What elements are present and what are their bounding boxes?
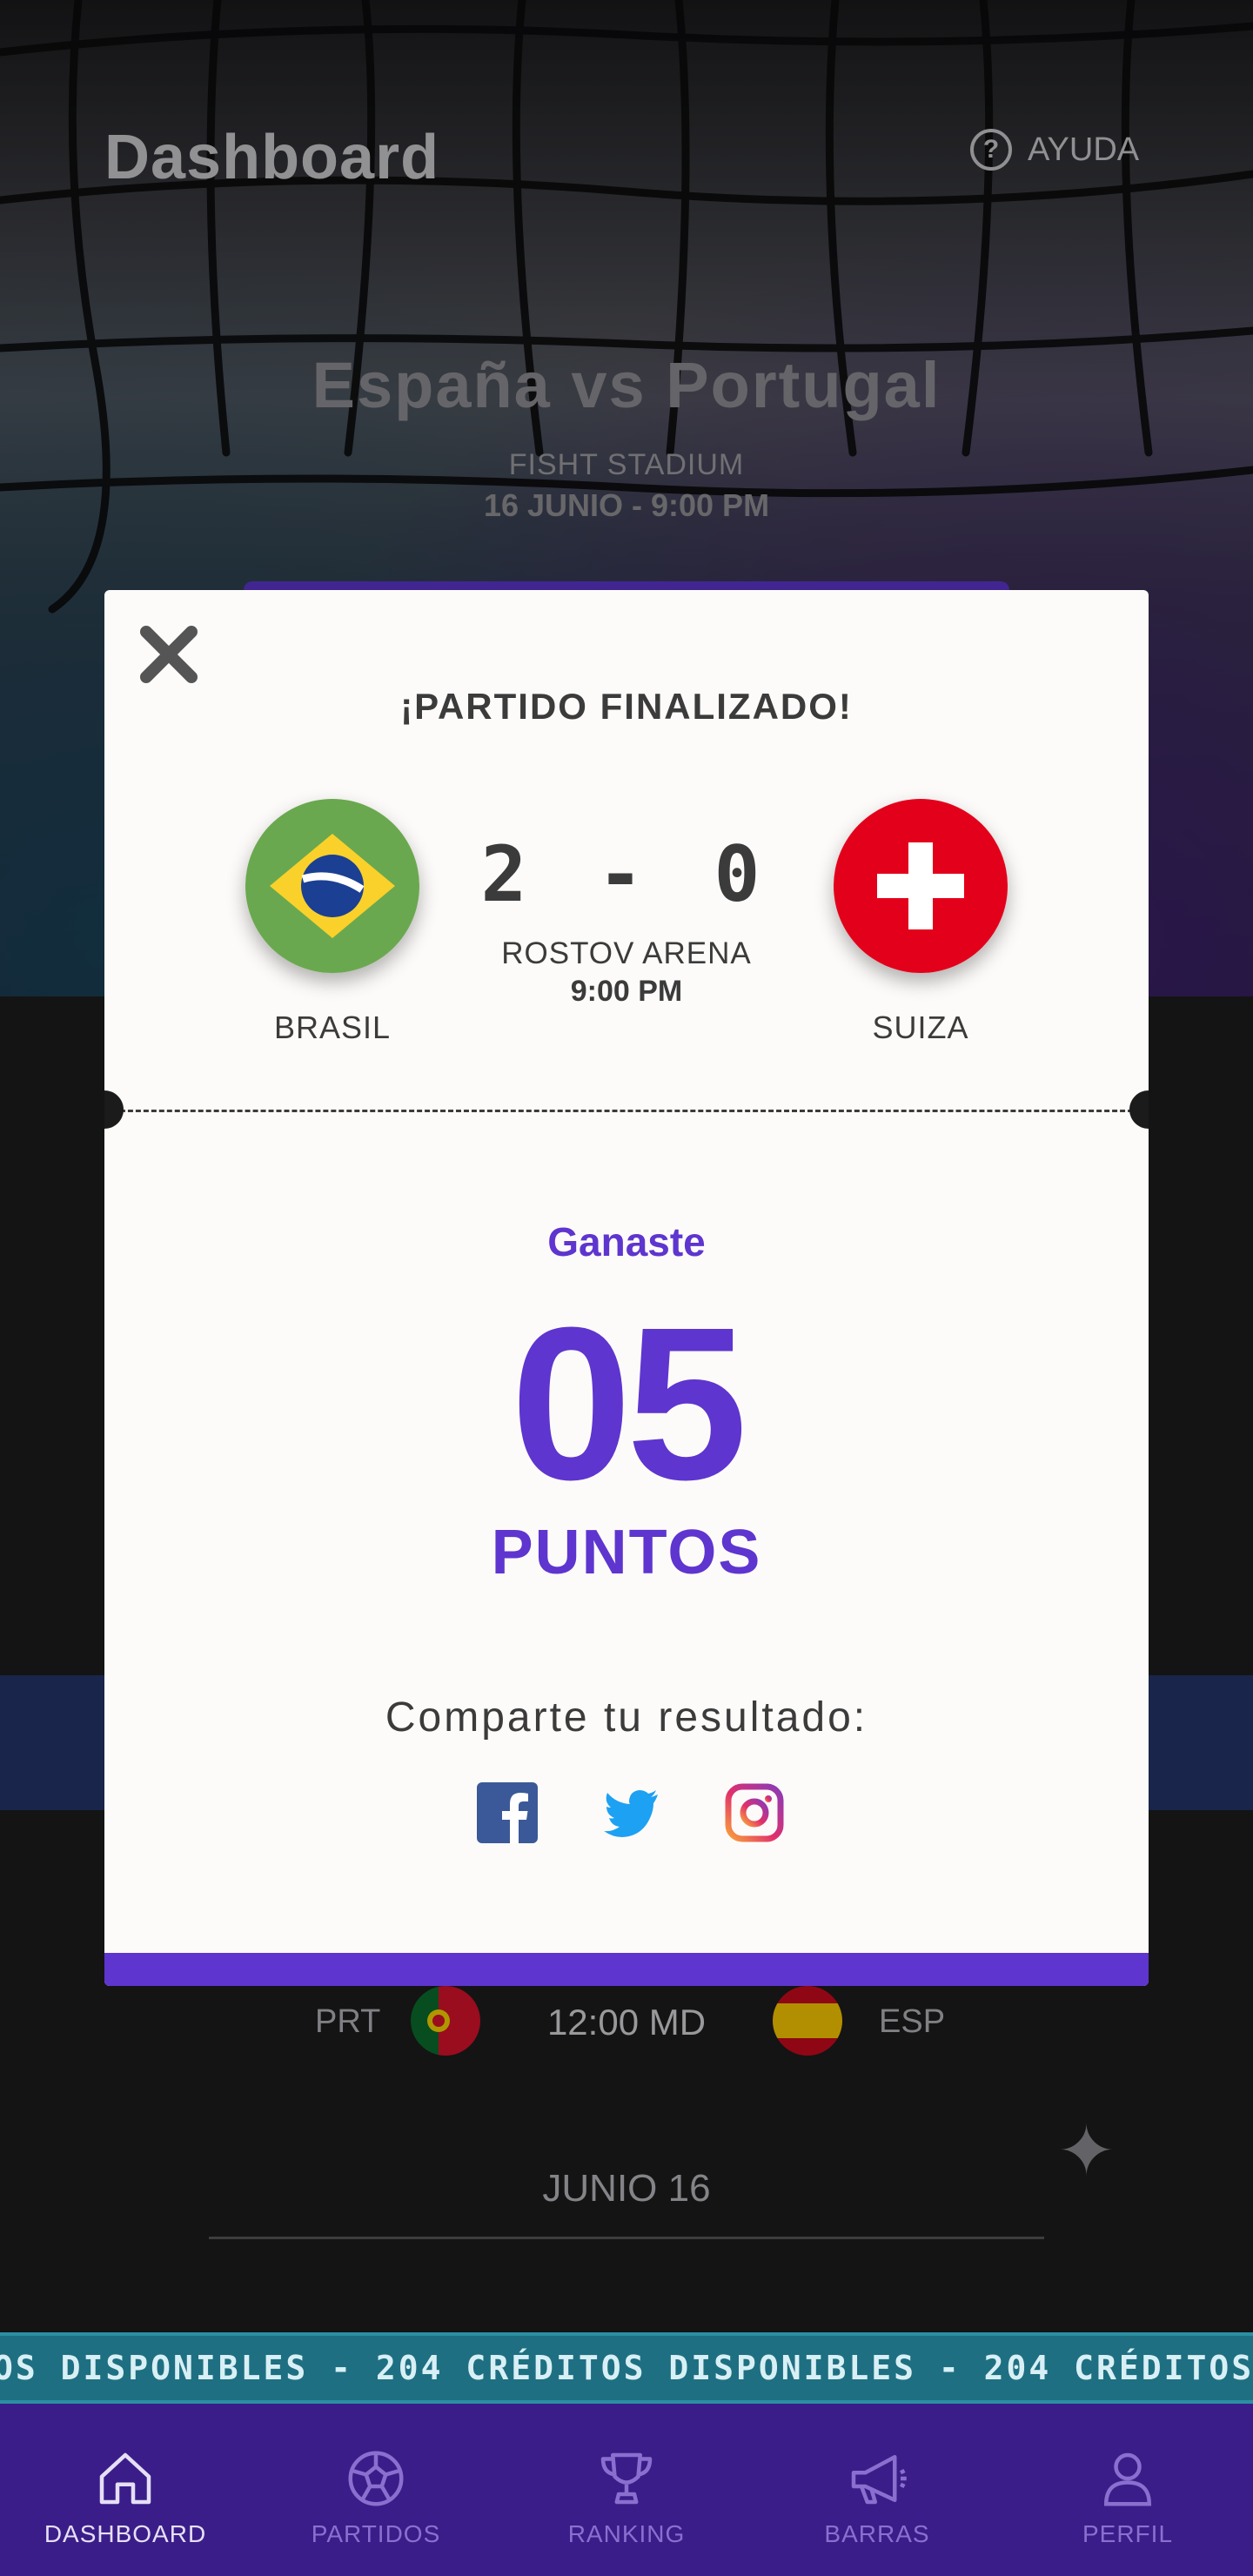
ticker-text: OS DISPONIBLES - 204 CRÉDITOS DISPONIBLE… bbox=[0, 2349, 1253, 2387]
ticket-notch-right bbox=[1129, 1090, 1149, 1129]
home-team-name: BRASIL bbox=[273, 1010, 392, 1045]
modal-heading: ¡PARTIDO FINALIZADO! bbox=[400, 686, 853, 727]
home-icon bbox=[99, 2452, 151, 2505]
match-time: 9:00 PM bbox=[570, 975, 683, 1008]
facebook-icon[interactable] bbox=[477, 1782, 538, 1843]
nav-label: PARTIDOS bbox=[311, 2520, 441, 2547]
nav-item-ranking[interactable]: RANKING bbox=[501, 2404, 752, 2576]
nav-label: DASHBOARD bbox=[44, 2520, 207, 2547]
nav-item-barras[interactable]: BARRAS bbox=[752, 2404, 1002, 2576]
result-label: Ganaste bbox=[547, 1219, 706, 1265]
modal-accent-bar bbox=[104, 1953, 1149, 1986]
away-team-name: SUIZA bbox=[872, 1010, 969, 1045]
close-icon[interactable] bbox=[136, 621, 202, 688]
nav-item-perfil[interactable]: PERFIL bbox=[1002, 2404, 1253, 2576]
match-result-modal: ¡PARTIDO FINALIZADO! BRASIL 2 - 0 ROSTOV… bbox=[104, 590, 1149, 1986]
trophy-icon bbox=[600, 2452, 653, 2505]
credits-ticker: OS DISPONIBLES - 204 CRÉDITOS DISPONIBLE… bbox=[0, 2332, 1253, 2404]
ticket-divider bbox=[104, 1110, 1149, 1112]
instagram-icon[interactable] bbox=[724, 1782, 785, 1843]
twitter-icon[interactable] bbox=[600, 1782, 661, 1843]
points-label: PUNTOS bbox=[491, 1518, 762, 1587]
switzerland-flag-icon bbox=[834, 799, 1008, 973]
nav-item-partidos[interactable]: PARTIDOS bbox=[251, 2404, 501, 2576]
soccer-ball-icon bbox=[348, 2451, 404, 2506]
nav-label: RANKING bbox=[567, 2520, 686, 2547]
match-venue: ROSTOV ARENA bbox=[501, 936, 752, 970]
ticket-notch-left bbox=[104, 1090, 124, 1129]
bottom-navigation: DASHBOARD PARTIDOS RANKING BARRAS PERFIL bbox=[0, 2404, 1253, 2576]
share-label: Comparte tu resultado: bbox=[385, 1694, 868, 1741]
nav-item-dashboard[interactable]: DASHBOARD bbox=[0, 2404, 251, 2576]
megaphone-icon bbox=[851, 2455, 907, 2505]
user-icon bbox=[1103, 2452, 1152, 2506]
nav-label: PERFIL bbox=[1082, 2520, 1174, 2547]
nav-label: BARRAS bbox=[824, 2520, 930, 2547]
points-value: 05 bbox=[510, 1282, 747, 1525]
